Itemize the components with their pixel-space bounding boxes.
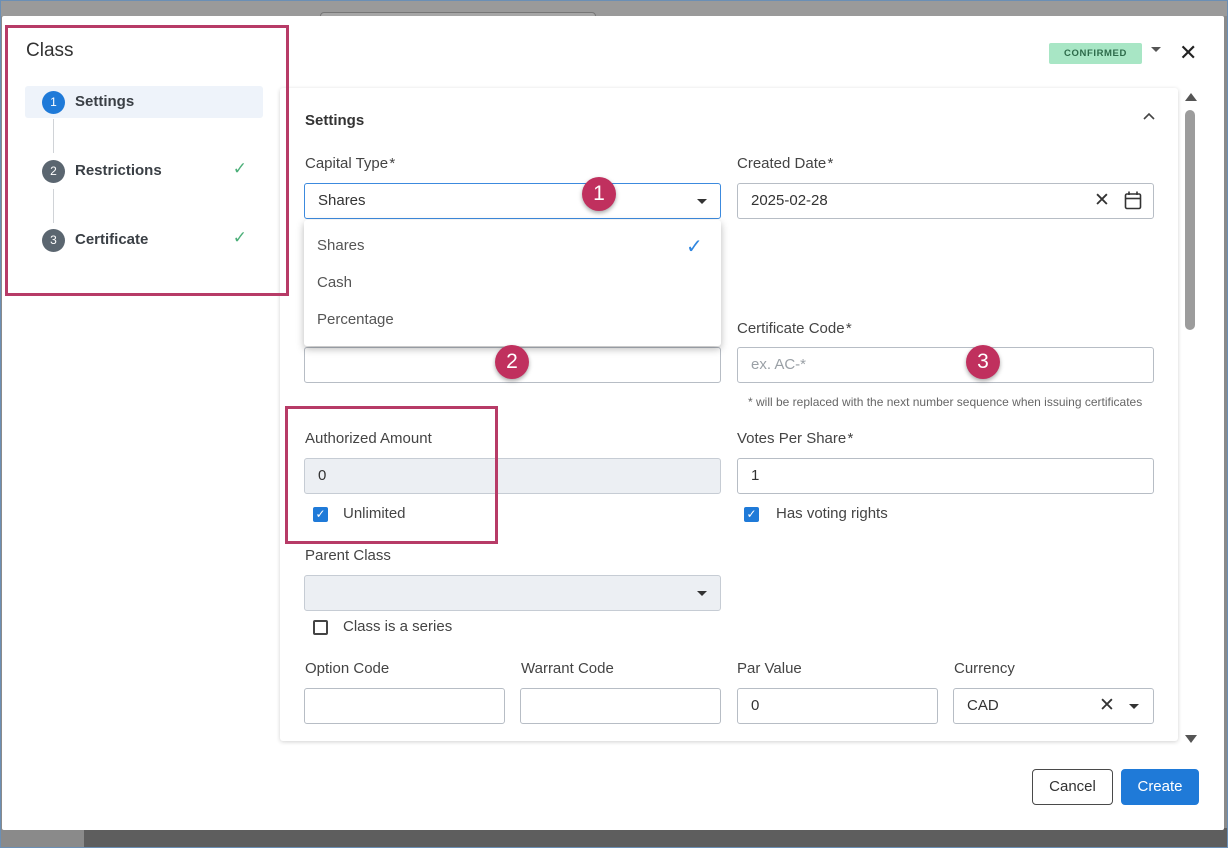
backdrop: [0, 0, 1228, 16]
close-icon[interactable]: ✕: [1179, 42, 1197, 64]
has-voting-rights-label: Has voting rights: [776, 505, 888, 522]
calendar-icon[interactable]: [1124, 191, 1142, 210]
chevron-down-icon[interactable]: [1129, 704, 1139, 709]
votes-per-share-input[interactable]: 1: [737, 458, 1154, 494]
create-button[interactable]: Create: [1121, 769, 1199, 805]
option-code-label: Option Code: [305, 660, 390, 677]
cancel-button[interactable]: Cancel: [1032, 769, 1113, 805]
authorized-amount-input: 0: [304, 458, 721, 494]
chevron-up-icon[interactable]: [1143, 110, 1155, 122]
chevron-down-icon: [697, 199, 707, 204]
parent-class-select[interactable]: [304, 575, 721, 611]
created-date-label: Created Date *: [737, 155, 834, 172]
warrant-code-label: Warrant Code: [521, 660, 614, 677]
step-number: 2: [42, 160, 65, 183]
dropdown-option-shares[interactable]: Shares: [317, 237, 365, 254]
par-value-input[interactable]: 0: [737, 688, 938, 724]
unlimited-label: Unlimited: [343, 505, 406, 522]
dropdown-option-cash[interactable]: Cash: [317, 274, 352, 291]
backdrop-footer: [84, 828, 1228, 848]
authorized-amount-label: Authorized Amount: [305, 430, 432, 447]
votes-per-share-value: 1: [751, 467, 760, 484]
capital-type-dropdown-menu: Shares ✓ Cash Percentage: [304, 220, 721, 346]
certificate-code-hint: * will be replaced with the next number …: [748, 395, 1143, 409]
certificate-code-label: Certificate Code *: [737, 320, 852, 337]
annotation-badge-2: 2: [495, 345, 529, 379]
authorized-amount-value: 0: [318, 467, 327, 484]
warrant-code-input[interactable]: [520, 688, 721, 724]
dropdown-option-percentage[interactable]: Percentage: [317, 311, 394, 328]
par-value-label: Par Value: [737, 660, 802, 677]
scrollbar[interactable]: [1183, 90, 1197, 750]
unlimited-checkbox[interactable]: ✓: [313, 507, 328, 522]
par-value-value: 0: [751, 697, 760, 714]
check-icon: ✓: [686, 236, 703, 258]
capital-type-value: Shares: [318, 192, 366, 209]
step-label: Certificate: [75, 231, 149, 248]
votes-per-share-label: Votes Per Share *: [737, 430, 854, 447]
check-icon: ✓: [232, 159, 247, 178]
status-dropdown-icon[interactable]: [1151, 47, 1161, 52]
annotation-badge-1: 1: [582, 177, 616, 211]
clear-icon[interactable]: ✕: [1094, 191, 1110, 210]
certificate-code-input[interactable]: ex. AC-*: [737, 347, 1154, 383]
capital-type-select[interactable]: Shares: [304, 183, 721, 219]
step-restrictions[interactable]: 2 Restrictions ✓: [25, 155, 263, 187]
class-is-series-checkbox[interactable]: [313, 620, 328, 635]
certificate-code-placeholder: ex. AC-*: [751, 356, 807, 373]
chevron-down-icon: [697, 591, 707, 596]
scrollbar-thumb[interactable]: [1185, 110, 1195, 330]
currency-select[interactable]: CAD: [953, 688, 1154, 724]
parent-class-label: Parent Class: [305, 547, 391, 564]
check-icon: ✓: [232, 228, 247, 247]
has-voting-rights-checkbox[interactable]: ✓: [744, 507, 759, 522]
status-badge: CONFIRMED: [1049, 43, 1142, 64]
capital-type-label: Capital Type *: [305, 155, 396, 172]
option-code-input[interactable]: [304, 688, 505, 724]
created-date-field[interactable]: 2025-02-28: [737, 183, 1154, 219]
created-date-value: 2025-02-28: [751, 192, 828, 209]
step-certificate[interactable]: 3 Certificate ✓: [25, 224, 263, 256]
step-connector: [53, 119, 54, 153]
step-number: 1: [42, 91, 65, 114]
currency-value: CAD: [967, 697, 999, 714]
step-label: Settings: [75, 93, 135, 110]
step-label: Restrictions: [75, 162, 162, 179]
step-number: 3: [42, 229, 65, 252]
currency-label: Currency: [954, 660, 1015, 677]
clear-icon[interactable]: ✕: [1099, 696, 1115, 715]
dialog-title: Class: [26, 40, 74, 61]
panel-title: Settings: [305, 112, 365, 129]
step-settings[interactable]: 1 Settings: [25, 86, 263, 118]
annotation-badge-3: 3: [966, 345, 1000, 379]
step-connector: [53, 189, 54, 223]
scroll-down-icon[interactable]: [1185, 735, 1197, 743]
class-is-series-label: Class is a series: [343, 618, 453, 635]
scroll-up-icon[interactable]: [1185, 93, 1197, 101]
